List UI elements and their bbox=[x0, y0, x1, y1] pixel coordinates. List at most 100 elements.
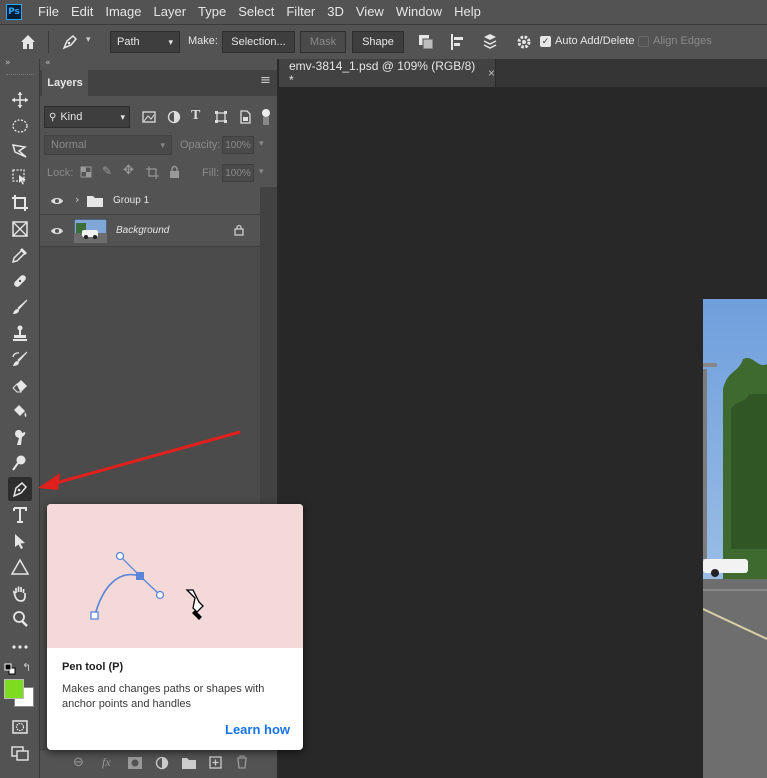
object-select-tool[interactable] bbox=[8, 165, 32, 189]
canvas-area[interactable] bbox=[279, 59, 767, 778]
auto-add-delete-checkbox[interactable]: ✓ bbox=[540, 36, 551, 47]
document-tab[interactable]: emv-3814_1.psd @ 109% (RGB/8) * × bbox=[279, 59, 496, 87]
selection-button[interactable]: Selection... bbox=[222, 31, 295, 53]
more-tools[interactable] bbox=[8, 635, 32, 659]
clone-stamp-tool[interactable] bbox=[8, 321, 32, 345]
marquee-icon bbox=[12, 119, 28, 133]
blend-mode-select[interactable]: Normal ▾ bbox=[44, 135, 172, 155]
path-arrangement-icon[interactable] bbox=[480, 32, 500, 52]
frame-tool[interactable] bbox=[8, 217, 32, 241]
home-icon[interactable] bbox=[18, 32, 38, 52]
shape-layer-filter-icon[interactable] bbox=[214, 110, 228, 124]
menu-image[interactable]: Image bbox=[99, 0, 147, 24]
lasso-tool[interactable] bbox=[8, 139, 32, 163]
crop-tool[interactable] bbox=[8, 191, 32, 215]
dodge-tool[interactable] bbox=[8, 451, 32, 475]
smudge-tool[interactable] bbox=[8, 425, 32, 449]
stamp-icon bbox=[13, 325, 27, 341]
chevron-down-icon: ▾ bbox=[160, 139, 165, 150]
screen-mode-button[interactable] bbox=[8, 741, 32, 765]
adjustment-layer-filter-icon[interactable] bbox=[167, 110, 181, 124]
history-brush-tool[interactable] bbox=[8, 347, 32, 371]
menu-help[interactable]: Help bbox=[448, 0, 487, 24]
filter-toggle[interactable] bbox=[262, 109, 270, 125]
menu-filter[interactable]: Filter bbox=[280, 0, 321, 24]
zoom-tool[interactable] bbox=[8, 607, 32, 631]
layer-row-background[interactable]: Background bbox=[40, 215, 260, 247]
lock-image-pixels-icon[interactable]: ✎ bbox=[102, 164, 112, 178]
trash-icon[interactable] bbox=[236, 755, 248, 769]
menu-select[interactable]: Select bbox=[232, 0, 280, 24]
panel-menu-icon[interactable]: ≡ bbox=[260, 73, 271, 88]
move-tool[interactable] bbox=[8, 88, 32, 112]
pen-tool[interactable] bbox=[8, 477, 32, 501]
lock-all-icon[interactable] bbox=[169, 165, 180, 178]
healing-brush-tool[interactable] bbox=[8, 269, 32, 293]
mask-button[interactable]: Mask bbox=[300, 31, 346, 53]
menu-type[interactable]: Type bbox=[192, 0, 232, 24]
layer-row-group-1[interactable]: › Group 1 bbox=[40, 187, 260, 215]
lock-transparent-pixels-icon[interactable] bbox=[80, 166, 92, 178]
default-colors-icon[interactable] bbox=[4, 663, 16, 675]
shape-button[interactable]: Shape bbox=[352, 31, 404, 53]
add-mask-icon[interactable] bbox=[128, 757, 142, 769]
brush-tool[interactable] bbox=[8, 295, 32, 319]
pen-icon[interactable] bbox=[60, 32, 80, 52]
align-edges-checkbox[interactable] bbox=[638, 36, 649, 47]
layer-style-icon[interactable]: fx bbox=[102, 755, 111, 770]
type-layer-filter-icon[interactable]: T bbox=[191, 108, 200, 124]
annotation-arrow bbox=[38, 430, 241, 490]
link-layers-icon[interactable]: ⊖ bbox=[73, 755, 84, 770]
lock-icon[interactable] bbox=[234, 224, 244, 236]
more-icon bbox=[12, 645, 28, 649]
shape-tool[interactable] bbox=[8, 555, 32, 579]
collapse-icon[interactable]: « bbox=[45, 58, 51, 68]
menu-edit[interactable]: Edit bbox=[65, 0, 99, 24]
menu-layer[interactable]: Layer bbox=[148, 0, 193, 24]
mode-select[interactable]: Path ▾ bbox=[110, 31, 180, 53]
menu-window[interactable]: Window bbox=[390, 0, 448, 24]
chevron-down-icon[interactable]: ▾ bbox=[259, 139, 264, 149]
learn-how-link[interactable]: Learn how bbox=[225, 722, 290, 737]
eyedropper-tool[interactable] bbox=[8, 243, 32, 267]
tooltip-description: Makes and changes paths or shapes with a… bbox=[62, 683, 265, 710]
pixel-layer-filter-icon[interactable] bbox=[142, 110, 156, 124]
canvas-image[interactable] bbox=[703, 299, 767, 778]
lock-artboard-icon[interactable] bbox=[146, 166, 159, 179]
chevron-down-icon[interactable]: ▾ bbox=[259, 167, 264, 177]
new-layer-icon[interactable] bbox=[209, 756, 222, 769]
lock-position-icon[interactable]: ✥ bbox=[123, 163, 134, 178]
search-icon: ⚲ bbox=[49, 111, 57, 123]
eye-icon[interactable] bbox=[50, 226, 64, 236]
swap-colors-icon[interactable]: ↰ bbox=[22, 661, 31, 674]
smart-object-filter-icon[interactable] bbox=[238, 110, 252, 124]
menu-view[interactable]: View bbox=[350, 0, 390, 24]
type-tool[interactable] bbox=[8, 503, 32, 527]
foreground-color-swatch[interactable] bbox=[4, 679, 24, 699]
adjustment-layer-icon[interactable] bbox=[155, 756, 169, 770]
hand-tool[interactable] bbox=[8, 581, 32, 605]
eye-icon[interactable] bbox=[50, 196, 64, 206]
grip[interactable] bbox=[6, 74, 34, 77]
opacity-input[interactable]: 100% bbox=[222, 136, 254, 154]
quick-mask-button[interactable] bbox=[8, 715, 32, 739]
path-selection-tool[interactable] bbox=[8, 529, 32, 553]
collapse-icon[interactable]: » bbox=[5, 58, 11, 68]
chevron-right-icon[interactable]: › bbox=[75, 193, 79, 206]
healing-icon bbox=[14, 275, 26, 287]
close-icon[interactable]: × bbox=[488, 66, 495, 80]
tab-layers[interactable]: Layers bbox=[42, 70, 88, 96]
chevron-down-icon[interactable]: ▾ bbox=[86, 35, 91, 45]
new-group-icon[interactable] bbox=[182, 757, 196, 769]
filter-kind-select[interactable]: ⚲ Kind ▾ bbox=[44, 106, 130, 128]
path-alignment-icon[interactable] bbox=[448, 32, 468, 52]
eraser-tool[interactable] bbox=[8, 373, 32, 397]
eyedropper-icon bbox=[11, 248, 27, 264]
paint-bucket-tool[interactable] bbox=[8, 399, 32, 423]
menu-3d[interactable]: 3D bbox=[321, 0, 350, 24]
gear-icon[interactable] bbox=[514, 32, 534, 52]
marquee-tool[interactable] bbox=[8, 114, 32, 138]
menu-file[interactable]: File bbox=[32, 0, 65, 24]
path-operations-icon[interactable] bbox=[416, 32, 436, 52]
fill-input[interactable]: 100% bbox=[222, 164, 254, 182]
